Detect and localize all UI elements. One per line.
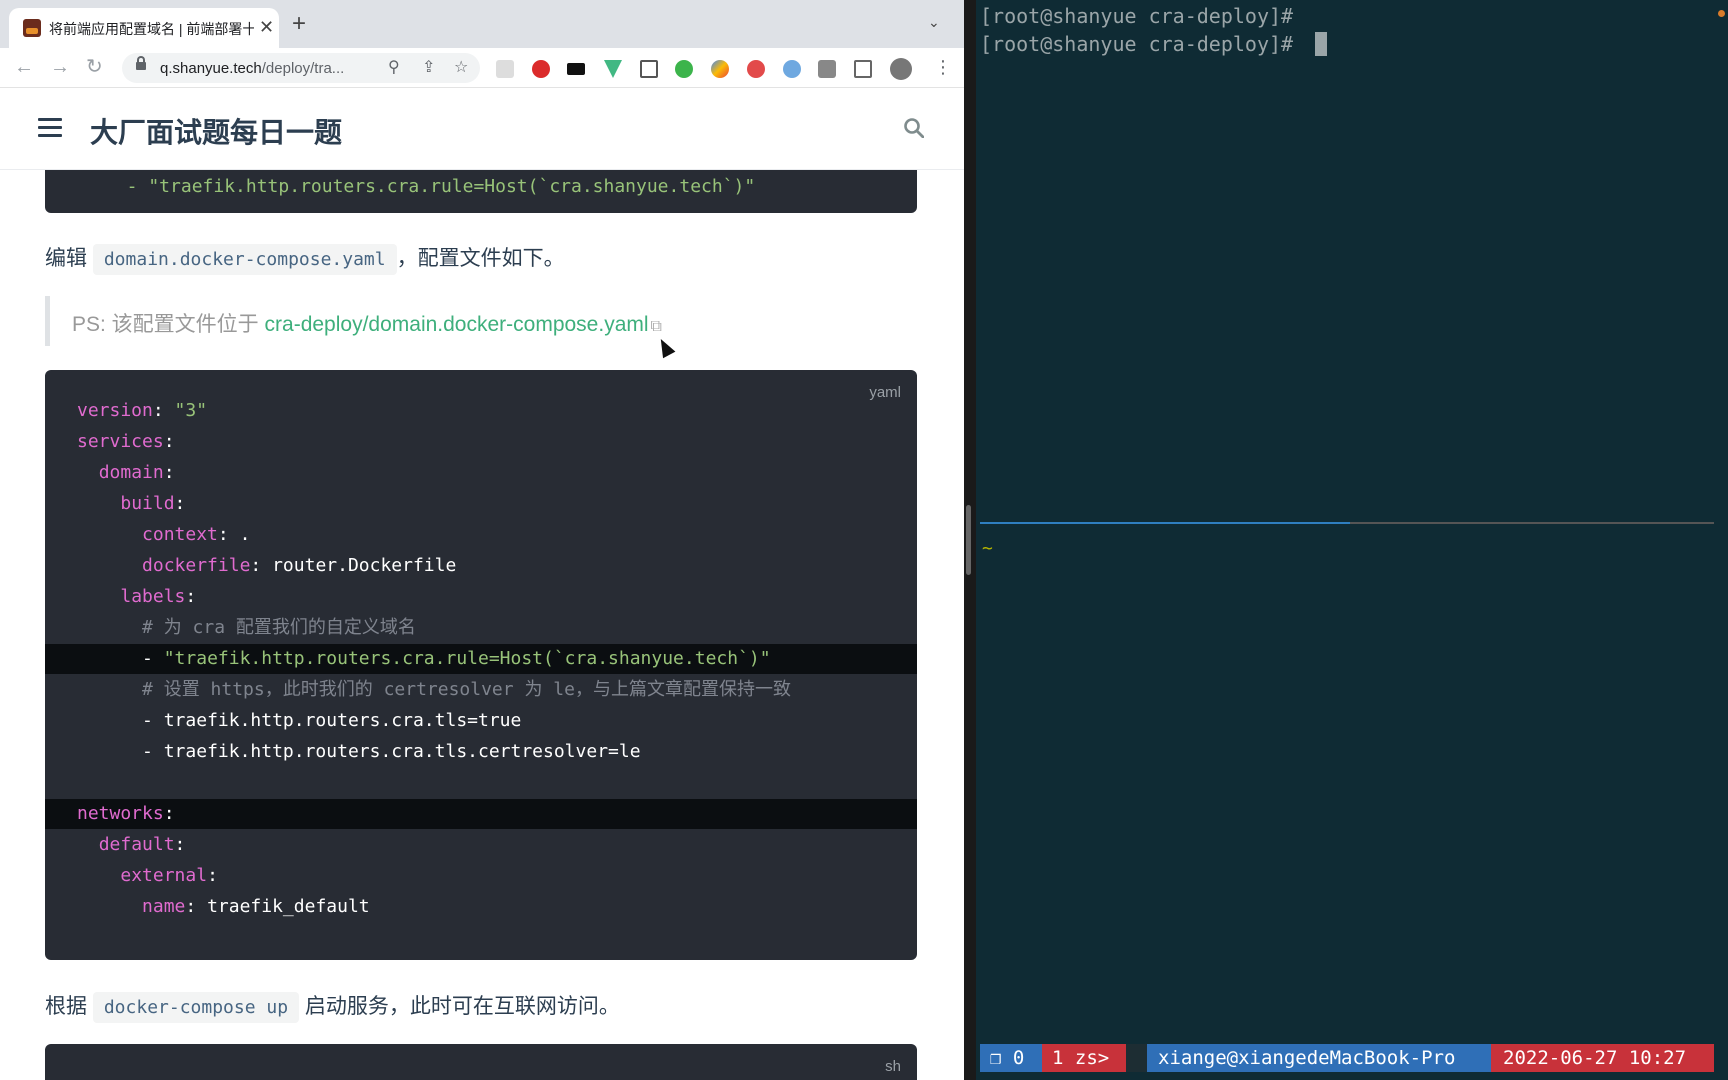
zoom-icon[interactable]: ⚲ xyxy=(388,57,400,77)
inline-code: docker-compose up xyxy=(92,992,300,1023)
browser-tab[interactable]: 将前端应用配置域名 | 前端部署十 ✕ xyxy=(9,8,279,48)
url-text: q.shanyue.tech/deploy/tra... xyxy=(160,60,370,77)
code-line: default: xyxy=(98,834,186,855)
back-button[interactable]: ← xyxy=(14,55,34,79)
status-window-index[interactable]: ❐ 0 xyxy=(980,1044,1042,1072)
code-line: # 设置 https，此时我们的 certresolver 为 le，与上篇文章… xyxy=(142,679,791,700)
code-line: context: . xyxy=(142,524,251,545)
browser-menu-icon[interactable]: ⋮ xyxy=(934,57,952,78)
search-icon[interactable] xyxy=(904,118,924,138)
hamburger-menu-icon[interactable] xyxy=(38,118,62,138)
code-line: - traefik.http.routers.cra.tls=true xyxy=(142,710,522,731)
terminal-prompt-line: [root@shanyue cra-deploy]# xyxy=(980,32,1306,56)
status-session[interactable]: 1 zs> xyxy=(1042,1044,1126,1072)
extension-icon[interactable] xyxy=(496,60,514,78)
code-line: - "traefik.http.routers.cra.rule=Host(`c… xyxy=(105,176,756,197)
code-line: labels: xyxy=(120,586,197,607)
extension-calendar-icon[interactable] xyxy=(640,60,658,78)
favicon-icon xyxy=(23,19,41,37)
code-line: name: traefik_default xyxy=(142,896,370,917)
inline-code: domain.docker-compose.yaml xyxy=(92,244,397,275)
code-line: version: "3" xyxy=(77,400,208,421)
code-line: - "traefik.http.routers.cra.rule=Host(`c… xyxy=(45,644,917,674)
extensions-puzzle-icon[interactable] xyxy=(818,60,836,78)
tab-search-chevron-icon[interactable]: ⌄ xyxy=(928,14,940,31)
terminal-window[interactable]: [root@shanyue cra-deploy]# [root@shanyue… xyxy=(976,0,1728,1080)
external-link-icon: ⧉ xyxy=(650,318,662,335)
tab-strip: 将前端应用配置域名 | 前端部署十 ✕ + ⌄ xyxy=(0,0,964,48)
code-line: services: xyxy=(77,431,175,452)
tip-text: PS: 该配置文件位于 xyxy=(72,313,265,336)
extension-shield-icon[interactable] xyxy=(747,60,765,78)
paragraph-text: ，配置文件如下。 xyxy=(396,247,565,270)
url-path: /deploy/tra... xyxy=(261,60,345,77)
site-title[interactable]: 大厂面试题每日一题 xyxy=(90,111,342,151)
tmux-pane-divider xyxy=(980,522,1714,524)
tab-close-icon[interactable]: ✕ xyxy=(259,16,274,38)
yaml-code-block: yaml version: "3" services: domain: build… xyxy=(45,370,917,960)
paragraph-text: 启动服务，此时可在互联网访问。 xyxy=(299,995,620,1018)
url-host: q.shanyue.tech xyxy=(160,60,262,77)
tmux-status-bar: ❐ 0 1 zs> xiange@xiangedeMacBook-Pro 202… xyxy=(980,1044,1714,1072)
code-line: - traefik.http.routers.cra.tls.certresol… xyxy=(142,741,641,762)
share-icon[interactable]: ⇪ xyxy=(422,57,435,77)
divider-handle[interactable] xyxy=(966,505,971,575)
status-datetime: 2022-06-27 10:27 xyxy=(1491,1044,1714,1072)
config-file-link[interactable]: cra-deploy/domain.docker-compose.yaml xyxy=(265,313,649,336)
code-line: # 为 cra 配置我们的自定义域名 xyxy=(142,617,416,638)
extension-color-icon[interactable] xyxy=(711,60,729,78)
forward-button[interactable]: → xyxy=(50,55,70,79)
extension-compass-icon[interactable] xyxy=(783,60,801,78)
reload-button[interactable]: ↻ xyxy=(86,55,103,79)
bookmark-star-icon[interactable]: ☆ xyxy=(454,57,468,77)
extension-todoist-icon[interactable] xyxy=(532,60,550,78)
code-line: dockerfile: router.Dockerfile xyxy=(142,555,457,576)
code-line: domain: xyxy=(98,462,175,483)
code-line: external: xyxy=(120,865,218,886)
address-bar[interactable]: q.shanyue.tech/deploy/tra... ⚲ ⇪ ☆ xyxy=(122,53,480,83)
code-language-label: sh xyxy=(885,1058,901,1075)
extension-check-icon[interactable] xyxy=(675,60,693,78)
lower-pane-text: ~ xyxy=(982,538,993,559)
activity-dot-icon xyxy=(1718,10,1725,17)
browser-toolbar: ← → ↻ q.shanyue.tech/deploy/tra... ⚲ ⇪ ☆… xyxy=(0,48,964,88)
extension-vue-icon[interactable] xyxy=(604,60,622,78)
extension-markdown-icon[interactable] xyxy=(567,63,585,75)
paragraph-text: 编辑 xyxy=(45,247,93,270)
lock-icon xyxy=(136,56,146,70)
side-panel-icon[interactable] xyxy=(854,60,872,78)
split-divider[interactable] xyxy=(964,0,976,1080)
profile-avatar[interactable] xyxy=(890,58,912,80)
tip-blockquote: PS: 该配置文件位于 cra-deploy/domain.docker-com… xyxy=(45,296,917,346)
code-line: build: xyxy=(120,493,186,514)
browser-window: - "traefik.http.routers.cra.rule=Host(`c… xyxy=(0,0,964,1080)
tab-title: 将前端应用配置域名 | 前端部署十 xyxy=(49,21,254,37)
code-line: networks: xyxy=(45,799,917,829)
sh-code-block: sh xyxy=(45,1044,917,1080)
terminal-line: [root@shanyue cra-deploy]# xyxy=(980,4,1294,28)
new-tab-button[interactable]: + xyxy=(292,12,306,36)
paragraph-text: 根据 xyxy=(45,995,93,1018)
site-header: 大厂面试题每日一题 xyxy=(0,89,964,170)
terminal-cursor xyxy=(1315,32,1327,56)
status-host: xiange@xiangedeMacBook-Pro xyxy=(1147,1044,1491,1072)
paragraph-edit-config: 编辑 domain.docker-compose.yaml ，配置文件如下。 xyxy=(45,242,565,275)
paragraph-start-service: 根据 docker-compose up 启动服务，此时可在互联网访问。 xyxy=(45,990,620,1023)
